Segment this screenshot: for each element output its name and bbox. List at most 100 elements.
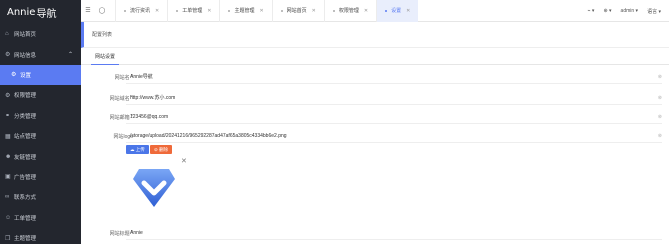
tab-home[interactable]: 网站首页 ✕ (271, 0, 324, 22)
gear-icon: ⚙ (5, 92, 11, 99)
tab-site-settings[interactable]: 网站设置 (91, 48, 120, 65)
sidebar-item-settings[interactable]: ⚙ 设置 (0, 64, 81, 86)
sidebar-item-themes[interactable]: ❒ 主题管理 (0, 228, 81, 248)
sidebar-item-label: 站点管理 (14, 134, 37, 141)
breadcrumb-text: 配置列表 (92, 32, 113, 38)
link-icon: ∞ (5, 194, 10, 201)
close-icon[interactable]: ✕ (259, 8, 263, 14)
delete-label: 删除 (159, 146, 169, 152)
tab-label: 权限管理 (338, 8, 359, 14)
site-name-input[interactable]: Annie导航 (126, 70, 662, 84)
tab-permissions[interactable]: 权限管理 ✕ (323, 0, 376, 22)
brand-logo[interactable]: Annie 导航 (0, 0, 81, 24)
logo-preview-image (133, 169, 175, 207)
home-icon: ⌂ (5, 31, 9, 38)
grid-icon: ▦ (5, 133, 11, 140)
sidebar-item-label: 分类管理 (14, 113, 37, 120)
sidebar-item-contacts[interactable]: ∞ 联系方式 (0, 187, 81, 207)
brand-name: Annie (7, 6, 36, 18)
upload-button[interactable]: ☁ 上传 (126, 145, 149, 154)
site-logo-input[interactable]: /storage/upload/20241216/965292287ad47af… (126, 129, 662, 143)
sidebar-item-label: 主题管理 (14, 236, 37, 243)
tab-label: 网站首页 (286, 8, 307, 14)
tab-dot (280, 9, 283, 12)
delete-button[interactable]: ⊘ 删除 (150, 145, 173, 154)
site-title-input[interactable]: Annie (126, 226, 662, 240)
user-menu[interactable]: admin ▾ (621, 8, 639, 14)
sidebar-item-sites[interactable]: ▦ 站点管理 (0, 126, 81, 146)
tab-label: 网站设置 (95, 53, 116, 60)
trash-icon: ⊘ (154, 146, 158, 152)
tab-dot (176, 9, 179, 12)
form-row-site-title: 网站标题 * Annie (81, 226, 669, 240)
sidebar-item-tickets[interactable]: ☺ 工单管理 (0, 208, 81, 228)
tab-settings[interactable]: 设置 ✕ (376, 0, 419, 22)
language-menu[interactable]: 语言 ▾ (647, 8, 661, 15)
globe-icon[interactable]: ⊕ ▾ (603, 8, 611, 14)
clear-icon[interactable]: ⊗ (658, 129, 662, 143)
sidebar-item-friend-links[interactable]: ☻ 友链管理 (0, 146, 81, 166)
sub-tab-bar: 网站设置 (81, 48, 669, 65)
user-name: admin (620, 8, 635, 14)
sidebar-item-label: 工单管理 (14, 215, 37, 222)
tab-dot (124, 9, 126, 12)
tab-news[interactable]: 流行资讯 ✕ (115, 0, 167, 22)
theme-icon: ❒ (5, 235, 11, 242)
sidebar-item-site-info[interactable]: ⚙ 网站信息 ⌃ (0, 44, 81, 64)
gear-icon: ⚙ (5, 52, 11, 59)
top-right-tools: ⌁ ▾ ⊕ ▾ admin ▾ 语言 ▾ (588, 0, 661, 22)
tab-label: 主题管理 (234, 8, 255, 14)
tab-themes[interactable]: 主题管理 ✕ (219, 0, 271, 22)
close-icon[interactable]: ✕ (364, 8, 368, 14)
sidebar-item-home[interactable]: ⌂ 网站首页 (0, 24, 81, 44)
clear-icon[interactable]: ⊗ (658, 110, 662, 124)
sidebar-item-categories[interactable]: ⚭ 分类管理 (0, 106, 81, 126)
upload-label: 上传 (135, 146, 145, 152)
form-row-site-logo: 网站logo /storage/upload/20241216/96529228… (81, 129, 669, 143)
breadcrumb: 配置列表 (81, 22, 669, 48)
sidebar-item-ads[interactable]: ▣ 广告管理 (0, 167, 81, 187)
clear-icon[interactable]: ⊗ (658, 70, 662, 84)
sidebar-item-label: 广告管理 (14, 174, 37, 181)
sidebar-item-label: 设置 (20, 72, 32, 79)
chevron-up-icon: ⌃ (67, 52, 73, 59)
tab-dot (228, 9, 231, 12)
tab-tickets[interactable]: 工单管理 ✕ (167, 0, 219, 22)
friends-icon: ☻ (5, 153, 12, 160)
sidebar-item-label: 权限管理 (14, 93, 37, 100)
share-icon: ⚭ (5, 113, 11, 120)
tab-dot (385, 9, 388, 12)
gear-icon: ⚙ (11, 72, 17, 79)
refresh-icon[interactable]: ◯ (95, 7, 109, 14)
tab-label: 流行资讯 (130, 8, 151, 14)
tab-label: 设置 (391, 8, 402, 14)
clear-icon[interactable]: ⊗ (658, 91, 662, 105)
form-row-site-name: 网站名 * Annie导航 ⊗ (81, 70, 669, 84)
ad-icon: ▣ (5, 174, 11, 181)
sidebar-item-label: 网站信息 (14, 52, 37, 59)
brand-glyph: 导航 (36, 8, 57, 20)
sidebar-item-permissions[interactable]: ⚙ 权限管理 (0, 85, 81, 105)
close-icon[interactable]: ✕ (155, 8, 159, 14)
close-icon[interactable]: ✕ (406, 8, 410, 14)
sidebar-item-label: 友链管理 (14, 154, 37, 161)
site-domain-input[interactable]: http://www.苏小.com (126, 91, 662, 105)
site-email-input[interactable]: 123456@qq.com (126, 110, 662, 124)
menu-toggle-icon[interactable]: ☰ (81, 7, 95, 14)
tab-bar: 流行资讯 ✕ 工单管理 ✕ 主题管理 ✕ 网站首页 ✕ 权限管理 ✕ 设置 ✕ (115, 0, 419, 22)
close-icon[interactable]: ✕ (207, 8, 211, 14)
sidebar-item-label: 联系方式 (14, 195, 37, 202)
sidebar-item-label: 网站首页 (14, 32, 37, 39)
close-icon[interactable]: ✕ (312, 8, 316, 14)
cloud-upload-icon: ☁ (130, 146, 135, 152)
language-label: 语言 (647, 8, 658, 15)
top-bar: ☰ ◯ 流行资讯 ✕ 工单管理 ✕ 主题管理 ✕ 网站首页 ✕ 权限管理 ✕ 设置 ✕ ⌁ … (81, 0, 669, 22)
broom-icon[interactable]: ⌁ ▾ (588, 8, 595, 14)
tab-label: 工单管理 (182, 8, 203, 14)
sidebar: Annie 导航 ⌂ 网站首页 ⚙ 网站信息 ⌃ ⚙ 设置 ⚙ 权限管理 ⚭ 分类管理 ▦ 站点… (0, 0, 81, 244)
tab-dot (332, 9, 335, 12)
form-row-site-email: 网站邮箱 * 123456@qq.com ⊗ (81, 110, 669, 124)
ticket-icon: ☺ (5, 214, 12, 221)
close-icon[interactable]: ✕ (181, 157, 187, 165)
form-row-site-domain: 网站域名 * http://www.苏小.com ⊗ (81, 91, 669, 105)
